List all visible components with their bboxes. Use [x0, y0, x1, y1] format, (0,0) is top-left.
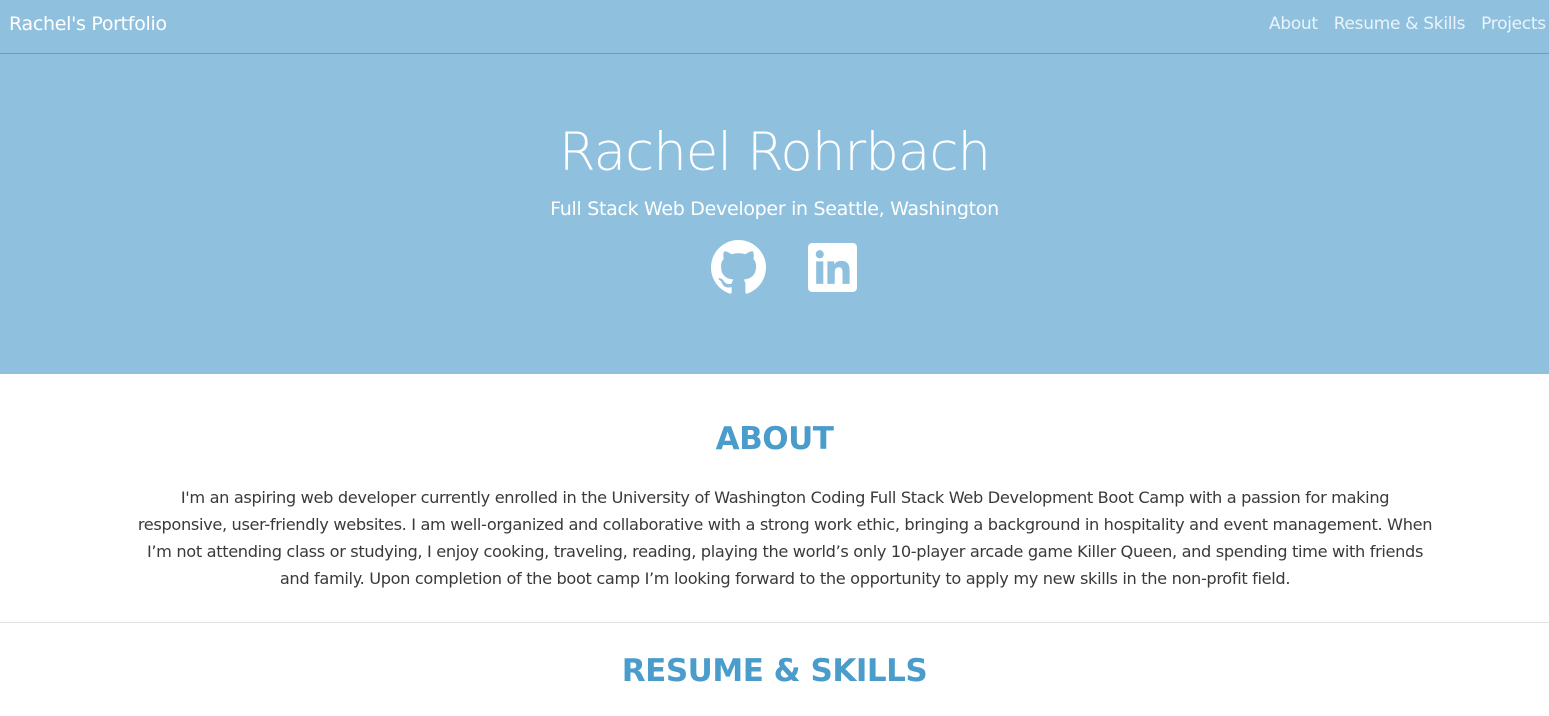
nav-links: About Resume & Skills Projects	[1269, 14, 1546, 34]
navbar: Rachel's Portfolio About Resume & Skills…	[0, 0, 1549, 54]
hero-tagline: Full Stack Web Developer in Seattle, Was…	[550, 198, 999, 220]
resume-skills-title: RESUME & SKILLS	[621, 653, 928, 689]
hero-section: Rachel Rohrbach Full Stack Web Developer…	[0, 54, 1549, 374]
about-section: ABOUT I'm an aspiring web developer curr…	[0, 374, 1549, 623]
github-icon	[711, 240, 766, 294]
linkedin-link[interactable]	[808, 243, 857, 292]
nav-link-about[interactable]: About	[1269, 14, 1318, 34]
about-text: I'm an aspiring web developer currently …	[137, 488, 1433, 588]
linkedin-icon	[808, 243, 857, 292]
about-title: ABOUT	[715, 421, 834, 457]
nav-link-resume-skills[interactable]: Resume & Skills	[1334, 14, 1466, 34]
hero-name: Rachel Rohrbach	[558, 122, 991, 183]
github-link[interactable]	[711, 240, 766, 295]
brand-link[interactable]: Rachel's Portfolio	[9, 13, 167, 35]
nav-link-projects[interactable]: Projects	[1481, 14, 1546, 34]
